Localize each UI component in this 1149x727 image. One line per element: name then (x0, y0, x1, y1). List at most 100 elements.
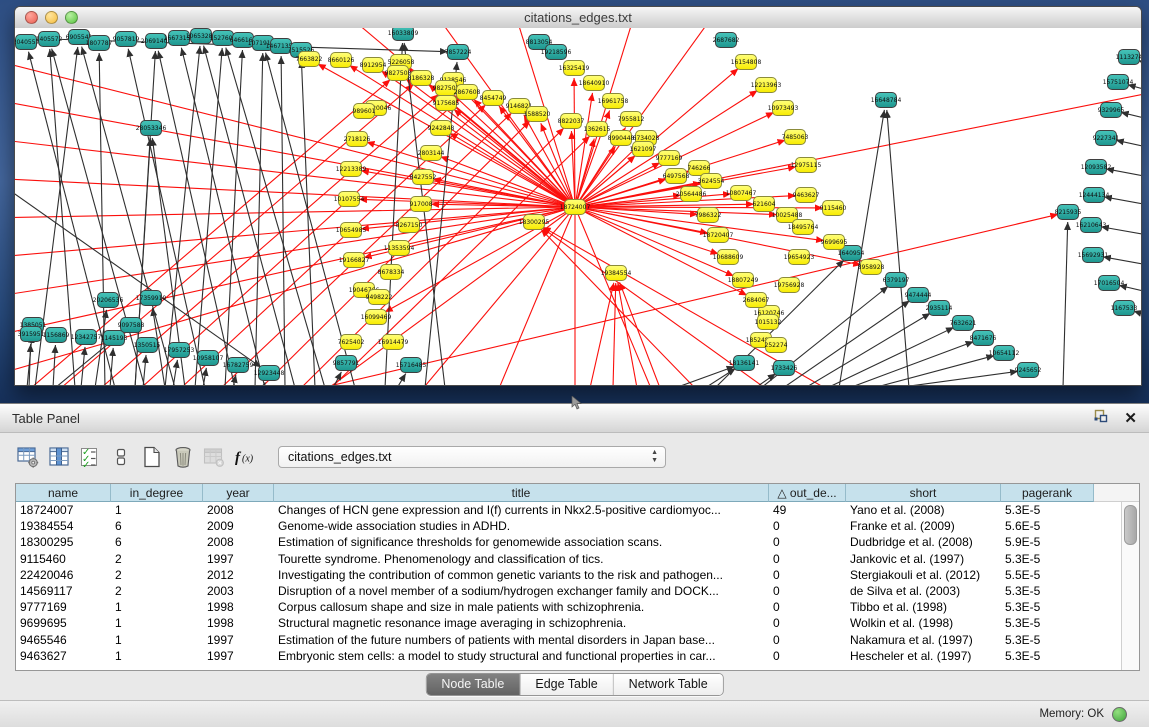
network-view[interactable]: 2040557140557269055411807787905781920691… (15, 28, 1141, 385)
node-table[interactable]: namein_degreeyeartitle△ out_de...shortpa… (15, 483, 1140, 671)
column-header-short[interactable]: short (846, 484, 1001, 502)
new-column-icon[interactable] (138, 444, 165, 470)
graph-node[interactable]: 16914479 (378, 335, 409, 350)
graph-node[interactable]: 8912954 (360, 58, 387, 73)
graph-node[interactable]: 9242848 (428, 121, 455, 136)
graph-node[interactable]: 8958928 (858, 260, 885, 275)
graph-node[interactable]: 8427552 (410, 170, 437, 185)
graph-node[interactable]: 8822037 (558, 114, 585, 129)
table-row[interactable]: 1830029562008Estimation of significance … (16, 534, 1139, 550)
graph-edge[interactable] (221, 113, 512, 385)
graph-node[interactable]: 16782759 (223, 358, 254, 373)
graph-node[interactable]: 252274 (765, 338, 788, 353)
graph-edge[interactable] (541, 229, 695, 385)
table-row[interactable]: 946554611997Estimation of the future num… (16, 632, 1139, 648)
graph-edge[interactable] (1063, 222, 1068, 385)
graph-edge[interactable] (1116, 140, 1141, 151)
column-header-out_de[interactable]: △ out_de... (769, 484, 846, 502)
graph-node[interactable]: 12213963 (751, 78, 782, 93)
column-header-pagerank[interactable]: pagerank (1001, 484, 1094, 502)
table-row[interactable]: 911546021997Tourette syndrome. Phenomeno… (16, 551, 1139, 567)
graph-node[interactable]: 621604 (753, 197, 776, 212)
graph-node[interactable]: 3915951 (18, 327, 45, 342)
graph-node[interactable]: 6497568 (663, 169, 690, 184)
graph-node[interactable]: 2803144 (418, 146, 445, 161)
graph-edge[interactable] (1103, 257, 1141, 268)
graph-edge[interactable] (590, 283, 614, 385)
graph-node[interactable]: 2687682 (713, 33, 740, 48)
graph-node[interactable]: 12444134 (1079, 188, 1110, 203)
delete-column-icon[interactable] (169, 444, 196, 470)
graph-node[interactable]: 2718126 (344, 132, 371, 147)
graph-edge[interactable] (1104, 197, 1141, 208)
graph-node[interactable]: 8215935 (1055, 205, 1082, 220)
graph-node[interactable]: 18720407 (703, 228, 734, 243)
graph-node[interactable]: 9498222 (366, 290, 393, 305)
graph-edge[interactable] (266, 53, 355, 385)
graph-edge[interactable] (618, 283, 637, 385)
graph-node[interactable]: 1588520 (524, 107, 551, 122)
graph-node[interactable]: 20564486 (676, 187, 707, 202)
graph-node[interactable]: 15692931 (1078, 248, 1109, 263)
graph-node[interactable]: 1405572 (36, 32, 63, 47)
graph-node[interactable]: 2684067 (743, 293, 770, 308)
table-row[interactable]: 2242004622012Investigating the contribut… (16, 567, 1139, 583)
graph-edge[interactable] (385, 43, 402, 385)
graph-node[interactable]: 1167533 (1111, 301, 1138, 316)
float-window-icon[interactable] (1093, 408, 1109, 429)
graph-node[interactable]: 12093582 (1081, 160, 1112, 175)
graph-edge[interactable] (495, 207, 575, 385)
select-columns-icon[interactable]: ✓ ✓ ✓ (76, 444, 103, 470)
table-mode-icon[interactable] (14, 444, 41, 470)
graph-edge[interactable] (575, 93, 592, 207)
graph-node[interactable]: 18300295 (519, 215, 550, 230)
graph-node[interactable]: 19166827 (339, 253, 370, 268)
graph-node[interactable]: 16325419 (559, 61, 590, 76)
graph-node[interactable]: 16099469 (361, 310, 392, 325)
graph-node[interactable]: 1621097 (630, 142, 657, 157)
graph-node[interactable]: 7663822 (296, 52, 323, 67)
graph-node[interactable]: 7986322 (695, 208, 722, 223)
graph-node[interactable]: 8186328 (408, 71, 435, 86)
graph-node[interactable]: 1113274 (1116, 50, 1141, 65)
graph-node[interactable]: 15716485 (396, 358, 427, 373)
function-builder-icon[interactable]: f (x) (231, 444, 258, 470)
scrollbar-thumb[interactable] (1124, 505, 1137, 545)
graph-node[interactable]: 10107554 (334, 192, 365, 207)
graph-node[interactable]: 9057819 (113, 32, 140, 47)
graph-node[interactable]: 6379197 (883, 273, 910, 288)
graph-node[interactable]: 9329965 (1098, 103, 1125, 118)
graph-edge[interactable] (873, 356, 994, 385)
rows-icon[interactable] (107, 444, 134, 470)
graph-edge[interactable] (225, 50, 242, 385)
table-row[interactable]: 969969511998Structural magnetic resonanc… (16, 615, 1139, 631)
graph-node[interactable]: 19654923 (784, 250, 815, 265)
graph-node[interactable]: 7625402 (338, 335, 365, 350)
graph-node[interactable]: 917008 (410, 197, 433, 212)
graph-edge[interactable] (53, 345, 55, 385)
graph-edge[interactable] (165, 46, 200, 385)
graph-node[interactable]: 10654985 (336, 223, 367, 238)
graph-edge[interactable] (887, 110, 909, 385)
graph-edge[interactable] (575, 28, 715, 207)
graph-node[interactable]: 18807249 (728, 273, 759, 288)
graph-node[interactable]: 2867608 (454, 85, 481, 100)
graph-edge[interactable] (255, 53, 263, 385)
graph-node[interactable]: 8660126 (328, 53, 355, 68)
table-row[interactable]: 1456911722003Disruption of a novel membe… (16, 583, 1139, 599)
graph-edge[interactable] (173, 360, 177, 385)
table-vertical-scrollbar[interactable] (1121, 502, 1139, 670)
graph-node[interactable]: 9857791 (333, 356, 360, 371)
graph-edge[interactable] (331, 136, 590, 385)
graph-edge[interactable] (203, 368, 206, 385)
graph-node[interactable]: 16648784 (871, 93, 902, 108)
table-row[interactable]: 946362711997Embryonic stem cells: a mode… (16, 648, 1139, 664)
column-header-in_degree[interactable]: in_degree (111, 484, 203, 502)
graph-edge[interactable] (321, 214, 1058, 385)
graph-node[interactable]: 18640910 (579, 76, 610, 91)
graph-node[interactable]: 8678334 (378, 265, 405, 280)
graph-node[interactable]: 28053346 (136, 121, 167, 136)
graph-node[interactable]: 9777169 (656, 151, 683, 166)
graph-node[interactable]: 7485063 (782, 130, 809, 145)
graph-edge[interactable] (281, 56, 285, 385)
